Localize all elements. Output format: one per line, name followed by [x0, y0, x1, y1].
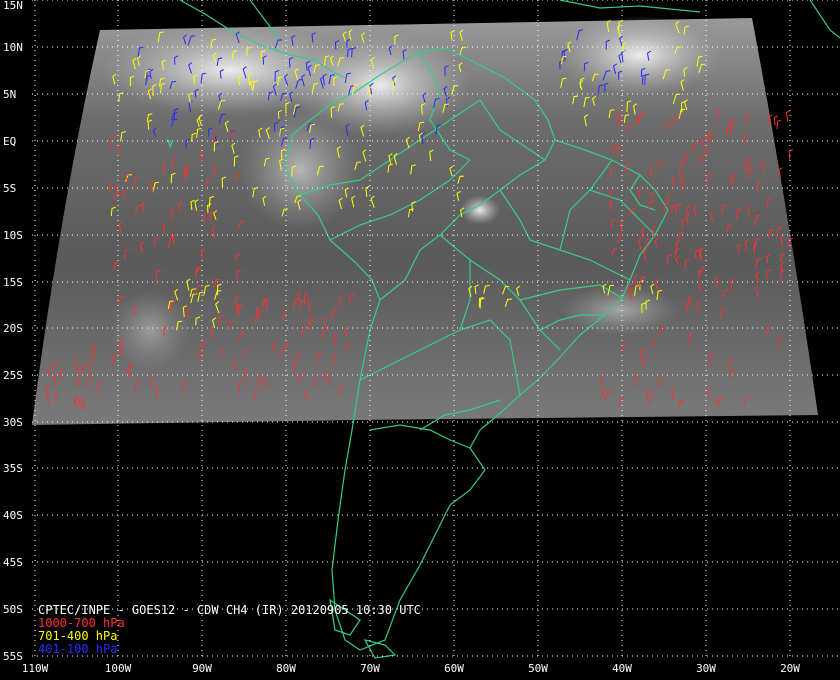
longitude-label: 20W	[780, 662, 800, 675]
latitude-label: 10N	[3, 41, 23, 54]
map-caption: CPTEC/INPE - GOES12 - CDW CH4 (IR) 20120…	[38, 604, 421, 656]
latitude-label: 20S	[3, 322, 23, 335]
cloud-area	[110, 290, 190, 370]
latitude-label: 5S	[3, 182, 17, 195]
latitude-label: 45S	[3, 556, 23, 569]
wind-barb	[785, 110, 790, 122]
wind-map-viewer: 15N 10N 5N EQ 5S 10S 15S 20S 25S 30S 35S 40S 45S 50S 5…	[0, 0, 840, 680]
latitude-label: 30S	[3, 416, 23, 429]
longitude-label: 100W	[104, 662, 132, 675]
latitude-label: 25S	[3, 369, 23, 382]
latitude-label: EQ	[3, 135, 17, 148]
latitude-label: 35S	[3, 462, 23, 475]
wind-barb	[788, 149, 794, 160]
longitude-label: 70W	[360, 662, 380, 675]
cloud-area	[560, 15, 720, 95]
longitude-label: 90W	[192, 662, 212, 675]
longitude-label: 30W	[696, 662, 716, 675]
latitude-label: 40S	[3, 509, 23, 522]
longitude-label: 40W	[612, 662, 632, 675]
latitude-label: 10S	[3, 229, 23, 242]
latitude-label: 50S	[3, 603, 23, 616]
latitude-label: 55S	[3, 650, 23, 663]
longitude-label: 50W	[528, 662, 548, 675]
longitude-label: 80W	[276, 662, 296, 675]
longitude-label: 60W	[444, 662, 464, 675]
legend-entry: 401-100 hPa	[38, 642, 118, 656]
cloud-area	[460, 195, 500, 225]
satellite-map	[32, 0, 840, 659]
pressure-legend: 1000-700 hPa 701-400 hPa 401-100 hPa	[38, 617, 421, 656]
longitude-label: 110W	[21, 662, 49, 675]
latitude-label: 15N	[3, 0, 23, 12]
latitude-label: 15S	[3, 276, 23, 289]
latitude-label: 5N	[3, 88, 17, 101]
wind-barb	[776, 119, 782, 130]
